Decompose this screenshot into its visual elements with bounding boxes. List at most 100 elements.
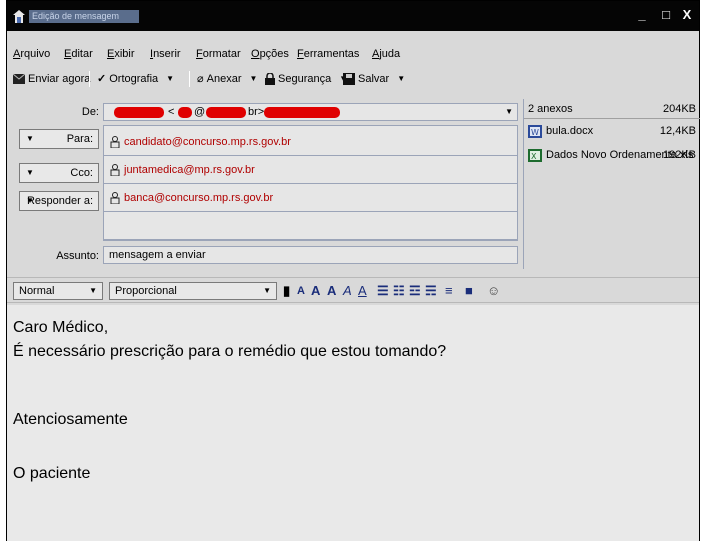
attachments-panel: 2 anexos 204KB W bula.docx 12,4KB X Dado… — [523, 99, 700, 269]
attachment-name: bula.docx — [546, 125, 594, 137]
menu-ferramentas[interactable]: Ferramentas — [297, 48, 359, 60]
recipient-address[interactable]: banca@concurso.mp.rs.gov.br — [124, 192, 273, 204]
align-icon[interactable]: ≡ — [445, 283, 453, 299]
app-icon — [13, 10, 25, 23]
attachment-item[interactable]: X Dados Novo Ordenamento.xls 192KB — [524, 147, 700, 165]
subject-input[interactable]: mensagem a enviar — [103, 246, 518, 264]
chevron-down-icon[interactable]: ▼ — [249, 71, 257, 87]
contact-icon — [110, 164, 120, 176]
close-button[interactable]: X — [675, 5, 699, 27]
recipient-row-empty[interactable] — [104, 214, 517, 240]
menu-ajuda[interactable]: Ajuda — [372, 48, 400, 60]
recipient-address[interactable]: candidato@concurso.mp.rs.gov.br — [124, 136, 291, 148]
underline-icon[interactable]: A — [358, 283, 367, 299]
attachment-size: 12,4KB — [659, 125, 696, 137]
attachments-header: 2 anexos 204KB — [524, 99, 700, 119]
attach-button[interactable]: ⌀ Anexar ▼ — [197, 71, 257, 87]
font-value: Proporcional — [115, 285, 177, 297]
menu-arquivo[interactable]: Arquivo — [13, 48, 50, 60]
to-type-button[interactable]: ▼ Para: — [19, 129, 99, 149]
insert-object-icon[interactable]: ■ — [465, 283, 473, 299]
chevron-down-icon: ▼ — [263, 286, 271, 295]
recipients-list: candidato@concurso.mp.rs.gov.br juntamed… — [103, 125, 518, 241]
recipient-row[interactable]: candidato@concurso.mp.rs.gov.br — [104, 130, 517, 156]
menu-exibir[interactable]: Exibir — [107, 48, 135, 60]
attachments-total-size: 204KB — [662, 103, 696, 115]
bold-icon[interactable]: A — [327, 283, 336, 299]
lock-icon — [265, 73, 275, 85]
menu-formatar[interactable]: Formatar — [196, 48, 241, 60]
chevron-down-icon: ▼ — [89, 286, 97, 295]
indent-icon[interactable]: ☴ — [425, 283, 437, 299]
menu-opcoes[interactable]: Opções — [251, 48, 289, 60]
redaction-mark — [206, 107, 246, 118]
font-select[interactable]: Proporcional ▼ — [109, 282, 277, 300]
contact-icon — [110, 192, 120, 204]
paperclip-icon: ⌀ — [197, 73, 204, 85]
main-toolbar: Enviar agora ✓ Ortografia ▼ ⌀ Anexar ▼ S… — [7, 67, 699, 91]
chevron-down-icon: ▼ — [26, 168, 34, 177]
svg-text:X: X — [531, 152, 537, 161]
chevron-down-icon[interactable]: ▼ — [505, 107, 513, 116]
redaction-mark — [114, 107, 164, 118]
italic-icon[interactable]: A — [343, 283, 352, 299]
body-line: Atenciosamente — [13, 411, 128, 428]
send-now-button[interactable]: Enviar agora — [13, 71, 90, 87]
from-fragment-close: br> — [248, 106, 265, 118]
send-icon — [13, 73, 25, 84]
reply-to-type-button[interactable]: ▼ Responder a: — [19, 191, 99, 211]
attachment-item[interactable]: W bula.docx 12,4KB — [524, 123, 700, 141]
reply-to-label: Responder a: — [26, 195, 93, 207]
from-fragment-at: @ — [194, 106, 206, 118]
toolbar-separator — [189, 71, 190, 87]
from-label: De: — [81, 106, 99, 118]
excel-spreadsheet-icon: X — [528, 149, 542, 162]
cc-type-button[interactable]: ▼ Cco: — [19, 163, 99, 183]
attachment-size: 192KB — [662, 149, 696, 161]
from-select[interactable]: < @ br> ▼ — [103, 103, 518, 121]
security-button[interactable]: Segurança ▼ — [265, 71, 347, 87]
paragraph-style-select[interactable]: Normal ▼ — [13, 282, 103, 300]
smiley-icon[interactable]: ☺ — [487, 283, 500, 299]
subject-value: mensagem a enviar — [109, 249, 206, 261]
body-line: É necessário prescrição para o remédio q… — [13, 343, 447, 360]
send-now-label: Enviar agora — [28, 73, 91, 85]
bullet-list-icon[interactable]: ☰ — [377, 283, 389, 299]
menu-editar[interactable]: Editar — [64, 48, 93, 60]
floppy-disk-icon — [343, 73, 355, 85]
checkmark-icon: ✓ — [97, 73, 107, 85]
recipient-row[interactable]: banca@concurso.mp.rs.gov.br — [104, 186, 517, 212]
menu-inserir[interactable]: Inserir — [150, 48, 181, 60]
attachments-count: 2 anexos — [528, 103, 573, 115]
spelling-label: Ortografia — [109, 73, 159, 85]
toolbar-separator — [89, 71, 90, 87]
compose-window: Edição de mensagem _ □ X Arquivo Editar … — [6, 0, 700, 541]
to-label: Para: — [66, 133, 93, 145]
attach-label: Anexar — [206, 73, 242, 85]
window-title: Edição de mensagem — [29, 10, 139, 23]
numbered-list-icon[interactable]: ☷ — [393, 283, 405, 299]
font-size-increase-icon[interactable]: A — [297, 283, 305, 299]
format-toolbar: Normal ▼ Proporcional ▼ ▮ A A A A A ☰ ☷ … — [7, 277, 699, 303]
outdent-icon[interactable]: ☲ — [409, 283, 421, 299]
body-line: Caro Médico, — [13, 319, 109, 336]
from-fragment-open: < — [168, 106, 175, 118]
menu-bar: Arquivo Editar Exibir Inserir Formatar O… — [7, 45, 699, 65]
contact-icon — [110, 136, 120, 148]
font-size-decrease-icon[interactable]: A — [311, 283, 320, 299]
chevron-down-icon[interactable]: ▼ — [397, 71, 405, 87]
minimize-button[interactable]: _ — [629, 5, 655, 27]
chevron-down-icon[interactable]: ▼ — [166, 71, 174, 87]
redaction-mark — [178, 107, 192, 118]
svg-text:W: W — [531, 128, 539, 137]
paragraph-style-value: Normal — [19, 285, 55, 297]
save-button[interactable]: Salvar ▼ — [343, 71, 405, 87]
title-bar: Edição de mensagem _ □ X — [7, 1, 699, 31]
message-body[interactable]: Caro Médico, É necessário prescrição par… — [7, 305, 699, 541]
word-document-icon: W — [528, 125, 542, 138]
save-label: Salvar — [358, 73, 390, 85]
text-color-icon[interactable]: ▮ — [283, 283, 290, 299]
spelling-button[interactable]: ✓ Ortografia ▼ — [97, 71, 174, 87]
recipient-address[interactable]: juntamedica@mp.rs.gov.br — [124, 164, 255, 176]
recipient-row[interactable]: juntamedica@mp.rs.gov.br — [104, 158, 517, 184]
